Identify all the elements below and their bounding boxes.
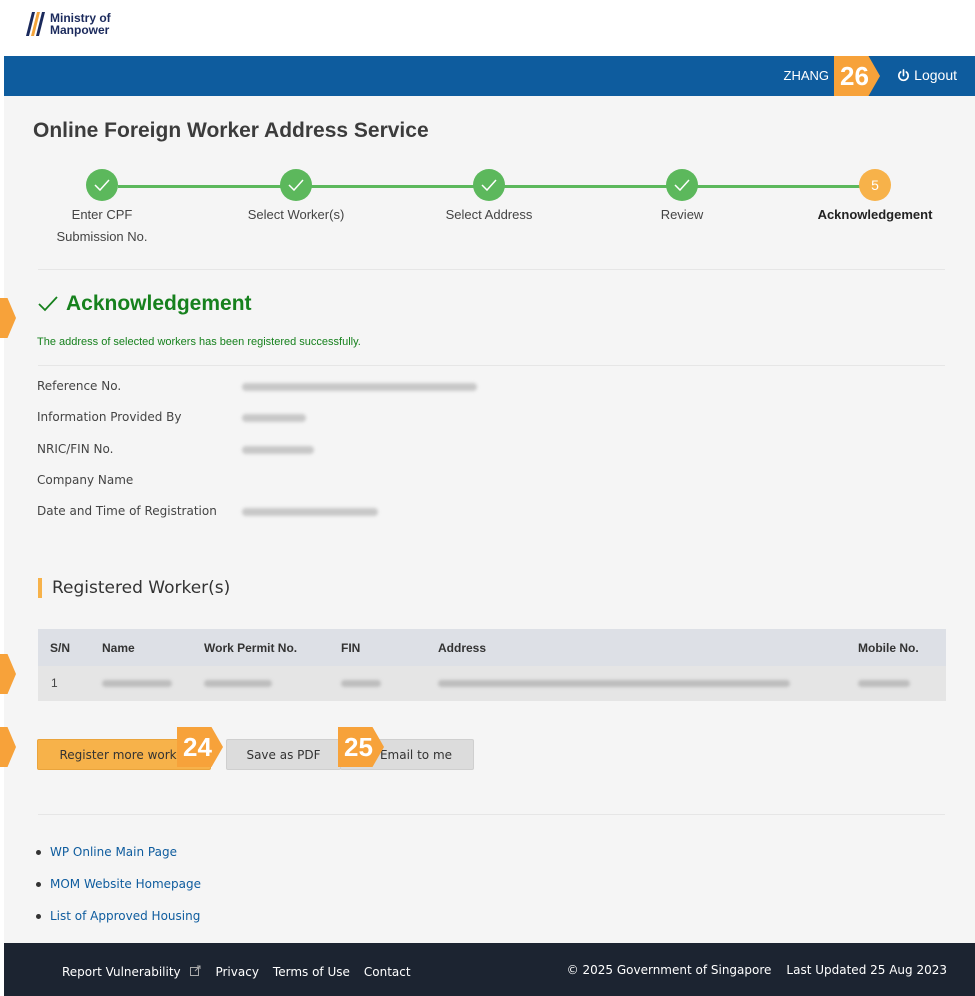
bullet (36, 881, 41, 887)
step-label-select-address: Select Address (445, 207, 533, 222)
quick-links: WP Online Main Page MOM Website Homepage… (36, 836, 201, 932)
bullet (36, 913, 41, 919)
main-content: Online Foreign Worker Address Service 5 … (4, 96, 975, 943)
logout-label: Logout (914, 67, 957, 83)
footer-meta: © 2025 Government of Singapore Last Upda… (567, 963, 947, 977)
divider (38, 814, 945, 815)
section-accent-bar (38, 578, 42, 598)
step-3-check-icon (473, 169, 505, 201)
info-label-provided-by: Information Provided By (37, 410, 182, 424)
info-label-company-name: Company Name (37, 473, 134, 487)
link-approved-housing[interactable]: List of Approved Housing (36, 900, 201, 932)
check-icon (38, 296, 58, 312)
success-message: The address of selected workers has been… (37, 336, 361, 348)
col-fin: FIN (341, 640, 361, 655)
save-as-pdf-button[interactable]: Save as PDF (226, 739, 341, 770)
link-mom-homepage[interactable]: MOM Website Homepage (36, 868, 201, 900)
power-icon (898, 68, 910, 81)
step-label-select-workers: Select Worker(s) (247, 207, 345, 222)
cell-fin-redacted (341, 680, 381, 687)
step-label-review: Review (660, 207, 704, 222)
info-value-reference-no (242, 383, 477, 391)
col-address: Address (438, 640, 487, 655)
footer-links: Report Vulnerability Privacy Terms of Us… (62, 965, 411, 979)
info-value-nric-fin (242, 446, 314, 454)
footer-last-updated: Last Updated 25 Aug 2023 (786, 963, 947, 977)
cell-work-permit-redacted (204, 680, 272, 687)
logout-button[interactable]: Logout (897, 67, 957, 83)
col-mobile: Mobile No. (858, 640, 919, 655)
step-2-check-icon (280, 169, 312, 201)
external-link-icon (190, 965, 201, 976)
divider (38, 269, 945, 270)
table-header: S/N Name Work Permit No. FIN Address Mob… (38, 629, 946, 666)
info-label-registration-time: Date and Time of Registration (37, 504, 217, 518)
info-value-provided-by (242, 414, 306, 422)
footer: Report Vulnerability Privacy Terms of Us… (4, 943, 975, 996)
col-sn: S/N (50, 640, 71, 655)
table-row: 1 (38, 666, 946, 701)
footer-report-vulnerability[interactable]: Report Vulnerability (62, 965, 201, 979)
step-1-check-icon (86, 169, 118, 201)
top-navigation-bar: ZHANG Logout (4, 56, 975, 96)
mom-logo[interactable]: Ministry of Manpower (24, 8, 150, 40)
link-wp-online[interactable]: WP Online Main Page (36, 836, 201, 868)
logo-text: Ministry of Manpower (50, 11, 111, 37)
mom-logo-icon (26, 12, 45, 36)
divider (38, 365, 945, 366)
info-label-reference-no: Reference No. (37, 379, 122, 393)
progress-stepper: 5 Enter CPF Submission No. Select Worker(… (4, 96, 975, 266)
info-value-registration-time (242, 508, 378, 516)
footer-copyright: © 2025 Government of Singapore (566, 963, 772, 977)
step-label-enter-cpf: Enter CPF Submission No. (56, 207, 148, 244)
info-label-nric-fin: NRIC/FIN No. (37, 442, 114, 456)
registered-workers-heading: Registered Worker(s) (38, 578, 230, 598)
section-title: Registered Worker(s) (52, 578, 231, 598)
col-work-permit: Work Permit No. (204, 640, 298, 655)
col-name: Name (102, 640, 135, 655)
cell-address-redacted (438, 680, 790, 687)
step-4-check-icon (666, 169, 698, 201)
footer-privacy[interactable]: Privacy (215, 965, 258, 979)
footer-contact[interactable]: Contact (364, 965, 411, 979)
footer-terms[interactable]: Terms of Use (273, 965, 350, 979)
cell-sn: 1 (51, 676, 58, 690)
acknowledgement-heading: Acknowledgement (38, 292, 252, 316)
registered-workers-table: S/N Name Work Permit No. FIN Address Mob… (38, 629, 946, 701)
bullet (36, 849, 41, 855)
user-name: ZHANG (783, 68, 830, 83)
cell-mobile-redacted (858, 680, 910, 687)
step-5-number: 5 (859, 169, 891, 201)
step-label-acknowledgement: Acknowledgement (817, 207, 933, 222)
cell-name-redacted (102, 680, 172, 687)
